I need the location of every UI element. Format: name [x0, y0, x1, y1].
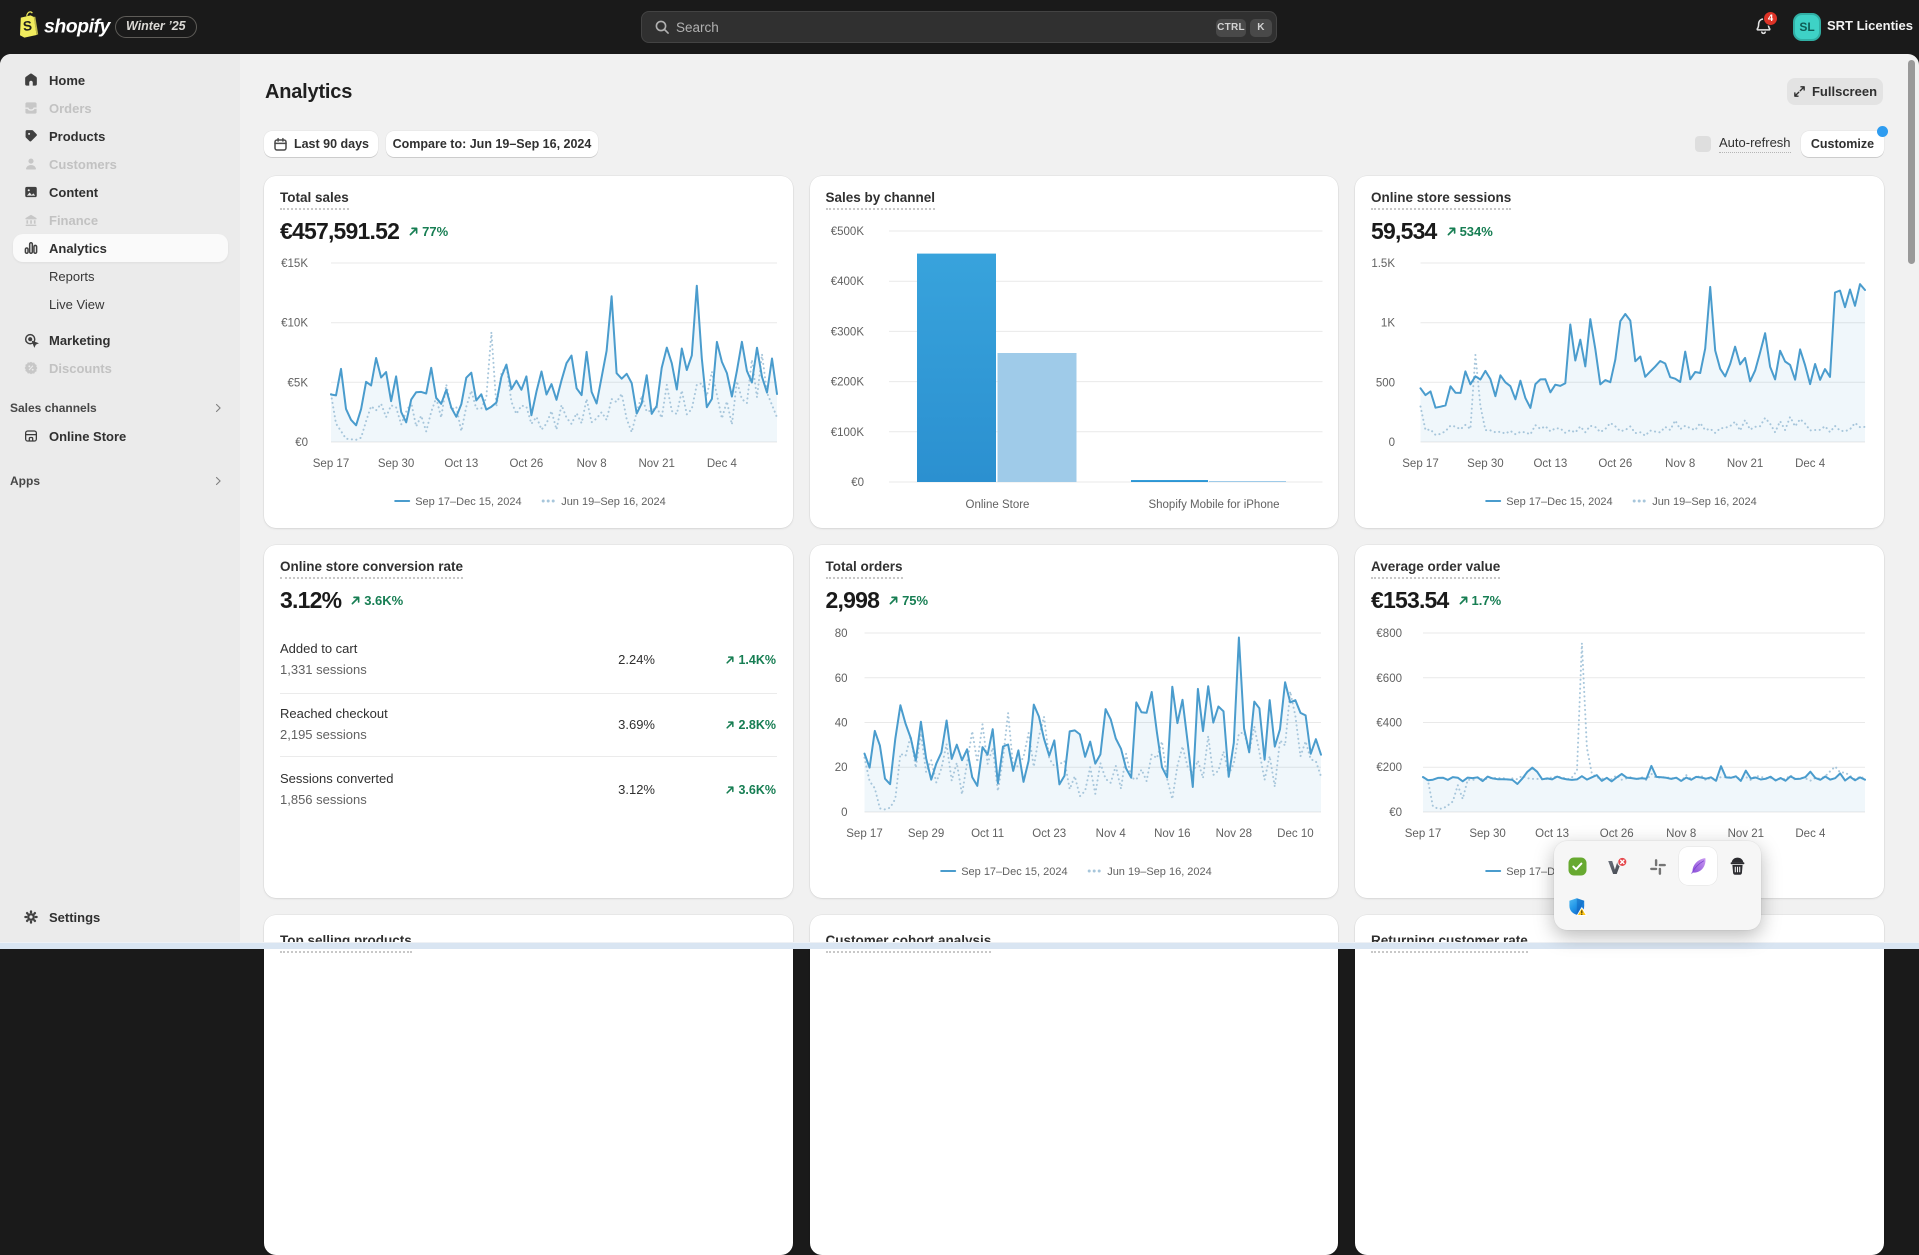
svg-text:€5K: €5K [288, 377, 309, 389]
svg-text:Sep 17: Sep 17 [1405, 828, 1441, 840]
svg-text:Sep 17: Sep 17 [846, 828, 882, 840]
svg-text:1.5K: 1.5K [1371, 258, 1395, 270]
svg-text:Oct 23: Oct 23 [1032, 828, 1066, 840]
svg-text:€200: €200 [1376, 762, 1402, 774]
svg-text:€0: €0 [295, 437, 308, 449]
svg-text:Dec 4: Dec 4 [707, 458, 738, 470]
svg-text:Oct 13: Oct 13 [1533, 458, 1567, 470]
svg-text:Nov 21: Nov 21 [1728, 828, 1764, 840]
svg-text:Nov 28: Nov 28 [1215, 828, 1251, 840]
svg-text:Dec 4: Dec 4 [1795, 458, 1826, 470]
svg-text:€100K: €100K [830, 427, 864, 439]
svg-text:Nov 8: Nov 8 [1665, 458, 1695, 470]
svg-text:Sep 30: Sep 30 [1469, 828, 1505, 840]
svg-text:80: 80 [834, 628, 847, 640]
svg-text:Sep 17–Dec 15, 2024: Sep 17–Dec 15, 2024 [961, 866, 1067, 878]
svg-text:Nov 4: Nov 4 [1095, 828, 1126, 840]
svg-text:Sep 17: Sep 17 [313, 458, 349, 470]
svg-text:€600: €600 [1376, 673, 1402, 685]
svg-text:S: S [22, 18, 32, 34]
svg-text:Sep 17: Sep 17 [1402, 458, 1438, 470]
svg-text:€200K: €200K [830, 377, 864, 389]
svg-text:Sep 30: Sep 30 [1467, 458, 1503, 470]
svg-text:€500K: €500K [830, 226, 864, 238]
svg-text:€400K: €400K [830, 276, 864, 288]
svg-text:Nov 21: Nov 21 [638, 458, 674, 470]
svg-text:Jun 19–Sep 16, 2024: Jun 19–Sep 16, 2024 [1652, 496, 1757, 508]
svg-text:40: 40 [834, 718, 847, 730]
svg-text:Online Store: Online Store [965, 499, 1029, 511]
svg-text:Sep 30: Sep 30 [378, 458, 414, 470]
svg-text:20: 20 [834, 762, 847, 774]
svg-text:Oct 13: Oct 13 [1535, 828, 1569, 840]
svg-text:0: 0 [841, 807, 847, 819]
svg-text:Nov 16: Nov 16 [1154, 828, 1190, 840]
svg-text:Sep 17–Dec 15, 2024: Sep 17–Dec 15, 2024 [415, 496, 521, 508]
svg-text:Sep 29: Sep 29 [907, 828, 943, 840]
svg-text:0: 0 [1389, 437, 1395, 449]
svg-text:€800: €800 [1376, 628, 1402, 640]
svg-text:Oct 13: Oct 13 [444, 458, 478, 470]
svg-text:Nov 8: Nov 8 [577, 458, 607, 470]
svg-text:Shopify Mobile for iPhone: Shopify Mobile for iPhone [1148, 499, 1279, 511]
svg-text:€10K: €10K [281, 318, 308, 330]
svg-text:€15K: €15K [281, 258, 308, 270]
svg-text:Oct 11: Oct 11 [971, 828, 1004, 840]
svg-text:1K: 1K [1381, 318, 1395, 330]
svg-text:€400: €400 [1376, 718, 1402, 730]
svg-text:Nov 21: Nov 21 [1727, 458, 1763, 470]
svg-text:Dec 4: Dec 4 [1795, 828, 1826, 840]
svg-text:Oct 26: Oct 26 [1598, 458, 1632, 470]
svg-text:60: 60 [834, 673, 847, 685]
svg-text:Jun 19–Sep 16, 2024: Jun 19–Sep 16, 2024 [1107, 866, 1212, 878]
svg-text:Dec 10: Dec 10 [1277, 828, 1313, 840]
svg-text:500: 500 [1376, 377, 1395, 389]
svg-text:Jun 19–Sep 16, 2024: Jun 19–Sep 16, 2024 [561, 496, 666, 508]
svg-text:Oct 26: Oct 26 [1600, 828, 1634, 840]
svg-text:shopify: shopify [44, 16, 111, 38]
svg-text:Sep 17–Dec 15, 2024: Sep 17–Dec 15, 2024 [1506, 496, 1612, 508]
svg-text:€0: €0 [851, 477, 864, 489]
svg-text:€0: €0 [1389, 807, 1402, 819]
svg-text:€300K: €300K [830, 326, 864, 338]
svg-text:Oct 26: Oct 26 [509, 458, 543, 470]
svg-text:Nov 8: Nov 8 [1666, 828, 1696, 840]
